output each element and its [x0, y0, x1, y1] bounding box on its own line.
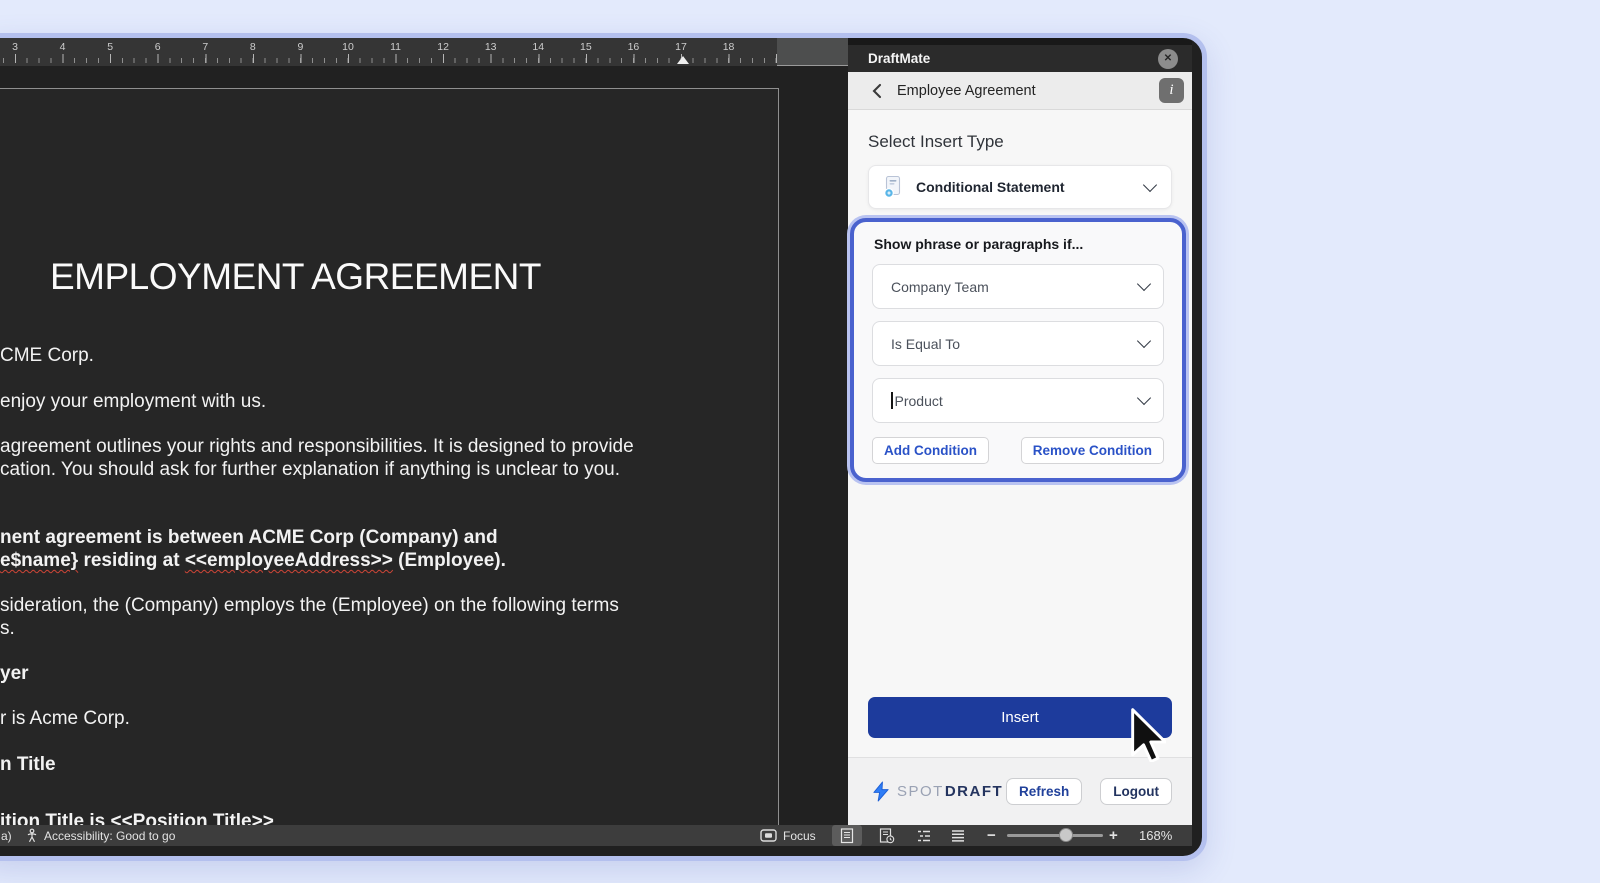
chevron-down-icon: [1136, 333, 1152, 349]
outline-view-button[interactable]: [909, 825, 939, 846]
spotdraft-logo: SPOT DRAFT: [872, 781, 1003, 802]
panel-title: DraftMate: [868, 51, 931, 66]
lightning-bolt-icon: [873, 781, 889, 802]
brand-draft: DRAFT: [944, 783, 1004, 800]
status-bar: a) Accessibility: Good to go Focus − + 1…: [0, 825, 1192, 846]
condition-select-value: Company Team: [891, 278, 989, 295]
document-text: (Employee).: [392, 550, 506, 571]
ruler-number: 9: [297, 41, 304, 53]
panel-top-strip: [848, 38, 1192, 45]
insert-type-select[interactable]: Conditional Statement: [868, 165, 1172, 209]
status-left-fragment: a): [1, 828, 12, 843]
accessibility-icon: [25, 825, 39, 846]
condition-select[interactable]: Product: [872, 378, 1164, 423]
web-layout-view-button[interactable]: [872, 825, 902, 846]
condition-select-value: Product: [891, 392, 1139, 409]
merge-field-with-spellcheck: <<employeeAddress>>: [184, 550, 393, 571]
document-area: 3 4 5 6 7 8 9 10 11 12 13 14 15 16 17 18 EMPLOYMENT AGR…: [0, 38, 848, 825]
right-indent-marker[interactable]: [677, 56, 689, 64]
document-line: nent agreement is between ACME Corp (Com…: [0, 527, 498, 548]
document-line: EMPLOYMENT AGREEMENT: [50, 256, 541, 297]
info-icon[interactable]: i: [1159, 78, 1184, 103]
ruler-number: 13: [484, 41, 497, 53]
add-condition-button[interactable]: Add Condition: [872, 437, 989, 464]
conditional-statement-icon: [884, 175, 901, 198]
remove-condition-button[interactable]: Remove Condition: [1020, 437, 1164, 464]
breadcrumb: Employee Agreement: [897, 82, 1036, 99]
insert-button[interactable]: Insert: [868, 697, 1172, 738]
accessibility-status[interactable]: Accessibility: Good to go: [44, 825, 175, 846]
text-cursor: [891, 392, 893, 409]
document-line: cation. You should ask for further expla…: [0, 459, 621, 480]
ruler-number: 11: [390, 41, 401, 53]
insert-type-heading: Select Insert Type: [868, 132, 1004, 151]
ruler-number: 10: [342, 41, 354, 53]
ruler-number: 12: [437, 41, 449, 53]
ruler-number: 5: [107, 41, 114, 53]
condition-heading: Show phrase or paragraphs if...: [874, 236, 1084, 252]
zoom-slider-track[interactable]: [1007, 834, 1103, 837]
document-line: e$name} residing at <<employeeAddress>> …: [0, 549, 506, 572]
condition-fields: Company Team Is Equal To Product: [872, 264, 1164, 423]
merge-field-with-spellcheck: e$name}: [0, 550, 79, 571]
zoom-in-button[interactable]: +: [1109, 825, 1118, 846]
document-line: ition Title is <<Position Title>>: [0, 811, 274, 825]
ruler-number: 18: [722, 41, 735, 53]
ruler-number: 14: [532, 41, 545, 53]
panel-header: DraftMate ✕: [848, 45, 1192, 72]
ruler-number: 15: [579, 41, 592, 53]
condition-select-value: Is Equal To: [891, 335, 961, 352]
zoom-level[interactable]: 168%: [1139, 825, 1172, 846]
document-line: n Title: [0, 754, 56, 775]
document-text: residing at: [78, 550, 185, 571]
focus-icon: [760, 825, 777, 846]
document-line: CME Corp.: [0, 345, 94, 366]
horizontal-ruler[interactable]: 3 4 5 6 7 8 9 10 11 12 13 14 15 16 17 18: [0, 38, 848, 66]
zoom-slider-handle[interactable]: [1059, 828, 1073, 842]
panel-footer: SPOT DRAFT Refresh Logout: [848, 757, 1192, 825]
document-line: yer: [0, 663, 29, 684]
chevron-down-icon: [1136, 276, 1152, 292]
focus-button[interactable]: Focus: [783, 825, 816, 846]
panel-breadcrumb-bar: Employee Agreement i: [848, 72, 1192, 110]
close-icon[interactable]: ✕: [1158, 48, 1178, 69]
ruler-number: 16: [627, 41, 640, 53]
back-chevron-icon[interactable]: [872, 83, 882, 99]
brand-spot: SPOT: [897, 783, 944, 800]
document-line: agreement outlines your rights and respo…: [0, 436, 634, 457]
document-canvas[interactable]: EMPLOYMENT AGREEMENT CME Corp. enjoy your …: [0, 66, 848, 825]
ruler-number: 6: [154, 41, 161, 53]
ruler-number: 8: [249, 41, 256, 53]
screen: 3 4 5 6 7 8 9 10 11 12 13 14 15 16 17 18 EMPLOYMENT AGR…: [0, 0, 1600, 883]
ruler-number: 17: [675, 41, 687, 53]
print-layout-view-button[interactable]: [832, 825, 862, 846]
chevron-down-icon: [1136, 390, 1152, 406]
document-line: s.: [0, 618, 15, 639]
condition-builder: Show phrase or paragraphs if... Company …: [850, 218, 1186, 482]
document-line: sideration, the (Company) employs the (E…: [0, 595, 619, 616]
refresh-button[interactable]: Refresh: [1005, 778, 1083, 805]
draftmate-panel: DraftMate ✕ Employee Agreement i Select …: [848, 38, 1192, 825]
draft-view-button[interactable]: [943, 825, 973, 846]
document-line: r is Acme Corp.: [0, 708, 130, 729]
insert-type-value: Conditional Statement: [916, 179, 1065, 195]
condition-select[interactable]: Company Team: [872, 264, 1164, 309]
chevron-down-icon: [1142, 177, 1158, 192]
zoom-out-button[interactable]: −: [987, 825, 996, 846]
logout-button[interactable]: Logout: [1100, 778, 1172, 805]
ruler-number: 7: [202, 41, 209, 53]
word-window: 3 4 5 6 7 8 9 10 11 12 13 14 15 16 17 18 EMPLOYMENT AGR…: [0, 33, 1207, 861]
condition-select[interactable]: Is Equal To: [872, 321, 1164, 366]
condition-buttons: Add Condition Remove Condition: [872, 437, 1164, 464]
ruler-margin-zone: [777, 38, 848, 66]
ruler-number: 4: [59, 41, 66, 53]
ruler-number: 3: [12, 41, 18, 53]
ruler-ticks-major: [15, 54, 777, 63]
mouse-cursor: [1130, 708, 1167, 767]
document-line: enjoy your employment with us.: [0, 391, 267, 412]
